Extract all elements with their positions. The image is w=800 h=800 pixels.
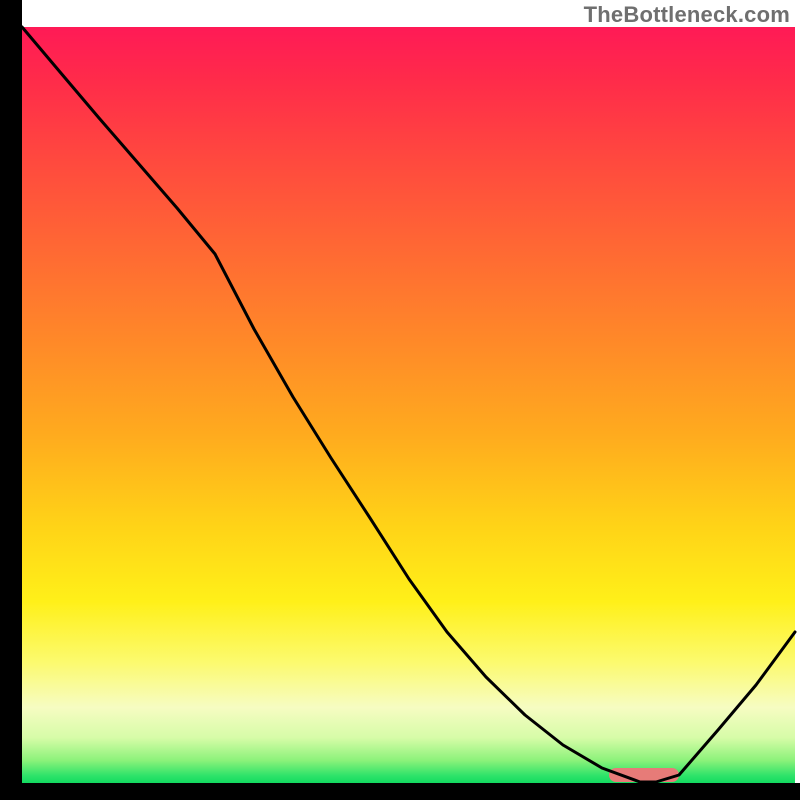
heat-gradient-background [22, 27, 795, 783]
x-axis [0, 783, 800, 800]
plot-area [22, 27, 795, 783]
chart-stage: TheBottleneck.com [0, 0, 800, 800]
y-axis [0, 0, 22, 800]
watermark-text: TheBottleneck.com [584, 2, 790, 28]
optimal-range-marker [609, 768, 679, 782]
